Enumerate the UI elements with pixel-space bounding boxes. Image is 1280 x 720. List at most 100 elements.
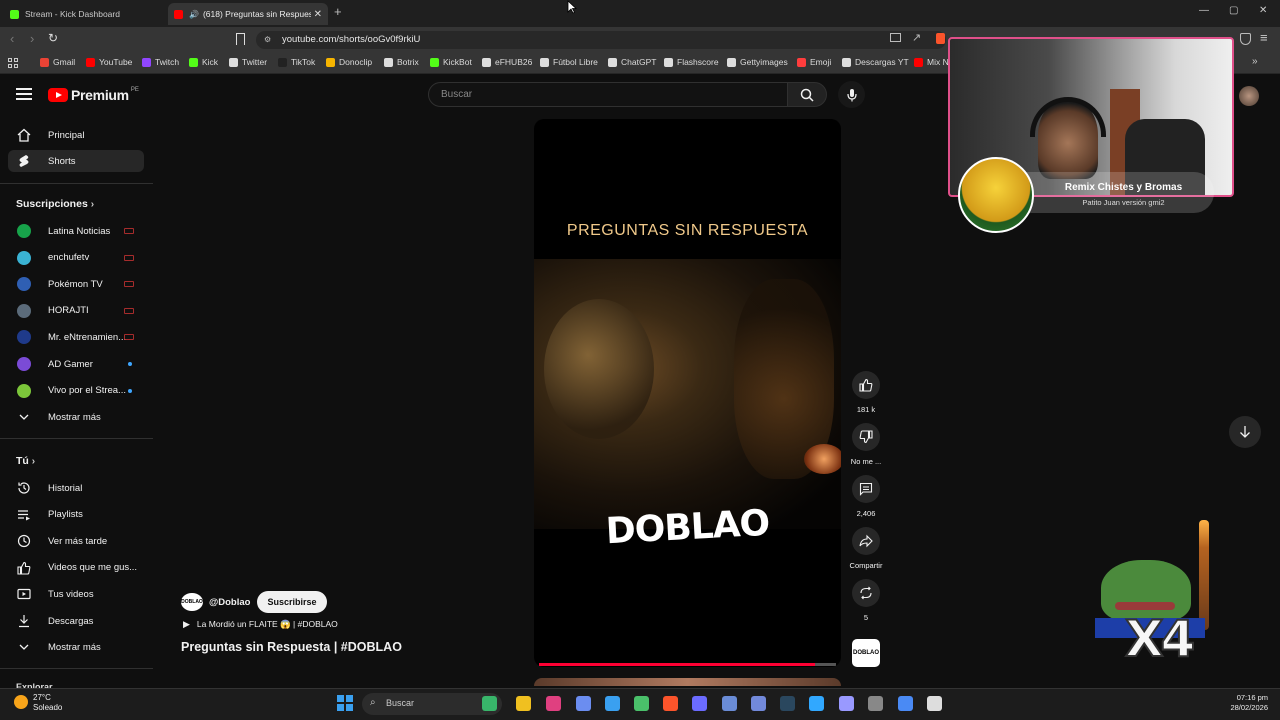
comments-button[interactable]: 2,406: [848, 475, 884, 518]
menu-icon[interactable]: ≡: [1260, 30, 1268, 45]
weather-widget[interactable]: 27°C Soleado: [33, 693, 62, 713]
bookmark-item[interactable]: Botrix: [384, 57, 419, 67]
more-bookmarks-icon[interactable]: »: [1252, 56, 1258, 67]
windows-start-icon[interactable]: [337, 695, 353, 711]
share-page-icon[interactable]: ↗: [912, 31, 921, 44]
search-input[interactable]: Buscar: [428, 82, 788, 107]
bookmark-item[interactable]: Donoclip: [326, 57, 372, 67]
sidebar-show-more-subscriptions[interactable]: Mostrar más: [8, 406, 144, 428]
taskbar-app-icon[interactable]: [546, 696, 561, 711]
comment-icon: [859, 482, 873, 496]
taskbar-app-icon[interactable]: [839, 696, 854, 711]
dislike-button[interactable]: No me ...: [848, 423, 884, 466]
close-tab-icon[interactable]: ✕: [314, 9, 322, 20]
channel-thumbnail[interactable]: DOBLAO: [852, 639, 880, 667]
new-tab-button[interactable]: +: [334, 4, 342, 19]
sidebar-show-more-you[interactable]: Mostrar más: [8, 636, 144, 658]
reload-icon[interactable]: ↻: [48, 31, 58, 45]
minimize-button[interactable]: —: [1199, 5, 1209, 16]
bookmark-item[interactable]: Gmail: [40, 57, 75, 67]
download-icon: [16, 613, 32, 629]
bookmark-item[interactable]: Gettyimages: [727, 57, 788, 67]
taskbar-app-icon[interactable]: [927, 696, 942, 711]
sidebar-item-clock[interactable]: Ver más tarde: [8, 530, 144, 552]
taskbar-app-icon[interactable]: [634, 696, 649, 711]
subscription-item[interactable]: HORAJTI: [8, 300, 144, 322]
taskbar-app-icon[interactable]: [516, 696, 531, 711]
taskbar-app-icon[interactable]: [809, 696, 824, 711]
subscription-item[interactable]: Mr. eNtrenamien...: [8, 326, 144, 348]
short-video-player[interactable]: PREGUNTAS SIN RESPUESTA DOBLAO: [534, 119, 841, 667]
taskbar-app-icon[interactable]: [898, 696, 913, 711]
brave-shield-icon[interactable]: [936, 33, 945, 44]
sidebar-item-video[interactable]: Tus videos: [8, 583, 144, 605]
hamburger-menu-icon[interactable]: [16, 88, 32, 102]
bookmark-item[interactable]: Fútbol Libre: [540, 57, 598, 67]
subscription-item[interactable]: Pokémon TV: [8, 273, 144, 295]
account-avatar[interactable]: [1239, 86, 1259, 106]
site-settings-icon[interactable]: ⚙: [264, 35, 271, 44]
video-progress-bar[interactable]: [539, 663, 836, 666]
like-count: 181 k: [856, 405, 876, 414]
bookmark-item[interactable]: Twitch: [142, 57, 179, 67]
bookmark-item[interactable]: YouTube: [86, 57, 132, 67]
bookmark-item[interactable]: Mix N: [914, 57, 949, 67]
bookmark-icon[interactable]: [236, 33, 245, 45]
youtube-premium-logo[interactable]: Premium PE: [48, 87, 139, 103]
subscription-item[interactable]: Latina Noticias: [8, 220, 144, 242]
channel-avatar[interactable]: DOBLAO: [181, 593, 203, 611]
taskbar-app-icon[interactable]: [576, 696, 591, 711]
share-button[interactable]: Compartir: [848, 527, 884, 570]
bookmark-item[interactable]: Descargas YT: [842, 57, 909, 67]
subscribe-button[interactable]: Suscribirse: [257, 591, 327, 613]
next-short-button[interactable]: [1229, 416, 1261, 448]
maximize-button[interactable]: ▢: [1229, 5, 1238, 16]
bookmark-item[interactable]: ChatGPT: [608, 57, 656, 67]
taskbar-app-icon[interactable]: [868, 696, 883, 711]
bookmark-item[interactable]: Kick: [189, 57, 218, 67]
taskbar-app-icon[interactable]: [722, 696, 737, 711]
taskbar-search[interactable]: ⌕ Buscar: [362, 693, 502, 715]
bookmark-item[interactable]: KickBot: [430, 57, 472, 67]
next-short-preview[interactable]: [534, 678, 841, 686]
url-field[interactable]: youtube.com/shorts/ooGv0f9rkiU: [256, 31, 946, 49]
bookmark-item[interactable]: Twitter: [229, 57, 267, 67]
wallet-icon[interactable]: [1240, 33, 1251, 45]
subscription-item[interactable]: Vivo por el Strea...: [8, 380, 144, 402]
taskbar-app-icon[interactable]: [605, 696, 620, 711]
sidebar-item-download[interactable]: Descargas: [8, 610, 144, 632]
bookmark-item[interactable]: Flashscore: [664, 57, 719, 67]
taskbar-app-icon[interactable]: [751, 696, 766, 711]
search-button[interactable]: [787, 82, 827, 107]
remix-button[interactable]: 5: [848, 579, 884, 622]
sidebar-item-history[interactable]: Historial: [8, 477, 144, 499]
taskbar-app-icon[interactable]: [663, 696, 678, 711]
system-clock[interactable]: 07:16 pm 28/02/2026: [1210, 693, 1268, 713]
taskbar-app-icon[interactable]: [780, 696, 795, 711]
bookmark-item[interactable]: eFHUB26: [482, 57, 532, 67]
back-icon[interactable]: ‹: [10, 31, 14, 46]
sidebar-item-principal[interactable]: Principal: [8, 124, 144, 146]
subscription-item[interactable]: AD Gamer: [8, 353, 144, 375]
weather-sun-icon[interactable]: [14, 695, 28, 709]
forward-icon[interactable]: ›: [30, 31, 34, 46]
apps-grid-icon[interactable]: [8, 58, 18, 68]
sidebar-item-playlists[interactable]: Playlists: [8, 504, 144, 526]
you-header[interactable]: Tú ›: [16, 455, 35, 467]
voice-search-button[interactable]: [838, 81, 865, 108]
channel-handle[interactable]: @Doblao: [209, 597, 250, 608]
cast-icon[interactable]: [890, 33, 901, 42]
like-button[interactable]: 181 k: [848, 371, 884, 414]
close-window-button[interactable]: ✕: [1259, 5, 1267, 16]
subscription-item[interactable]: enchufetv: [8, 247, 144, 269]
tab-kick-dashboard[interactable]: Stream - Kick Dashboard: [4, 3, 164, 25]
taskbar-app-icon[interactable]: [482, 696, 497, 711]
sidebar-item-shorts[interactable]: Shorts: [8, 150, 144, 172]
bookmark-item[interactable]: Emoji: [797, 57, 831, 67]
bookmark-item[interactable]: TikTok: [278, 57, 315, 67]
sound-link[interactable]: ▶ La Mordió un FLAITE 😱 | #DOBLAO: [183, 619, 338, 630]
taskbar-app-icon[interactable]: [692, 696, 707, 711]
subscriptions-header[interactable]: Suscripciones ›: [16, 198, 94, 210]
sidebar-item-thumbs-up[interactable]: Videos que me gus...: [8, 557, 144, 579]
tab-youtube-short[interactable]: 🔊 (618) Preguntas sin Respuesta ✕: [168, 3, 328, 25]
